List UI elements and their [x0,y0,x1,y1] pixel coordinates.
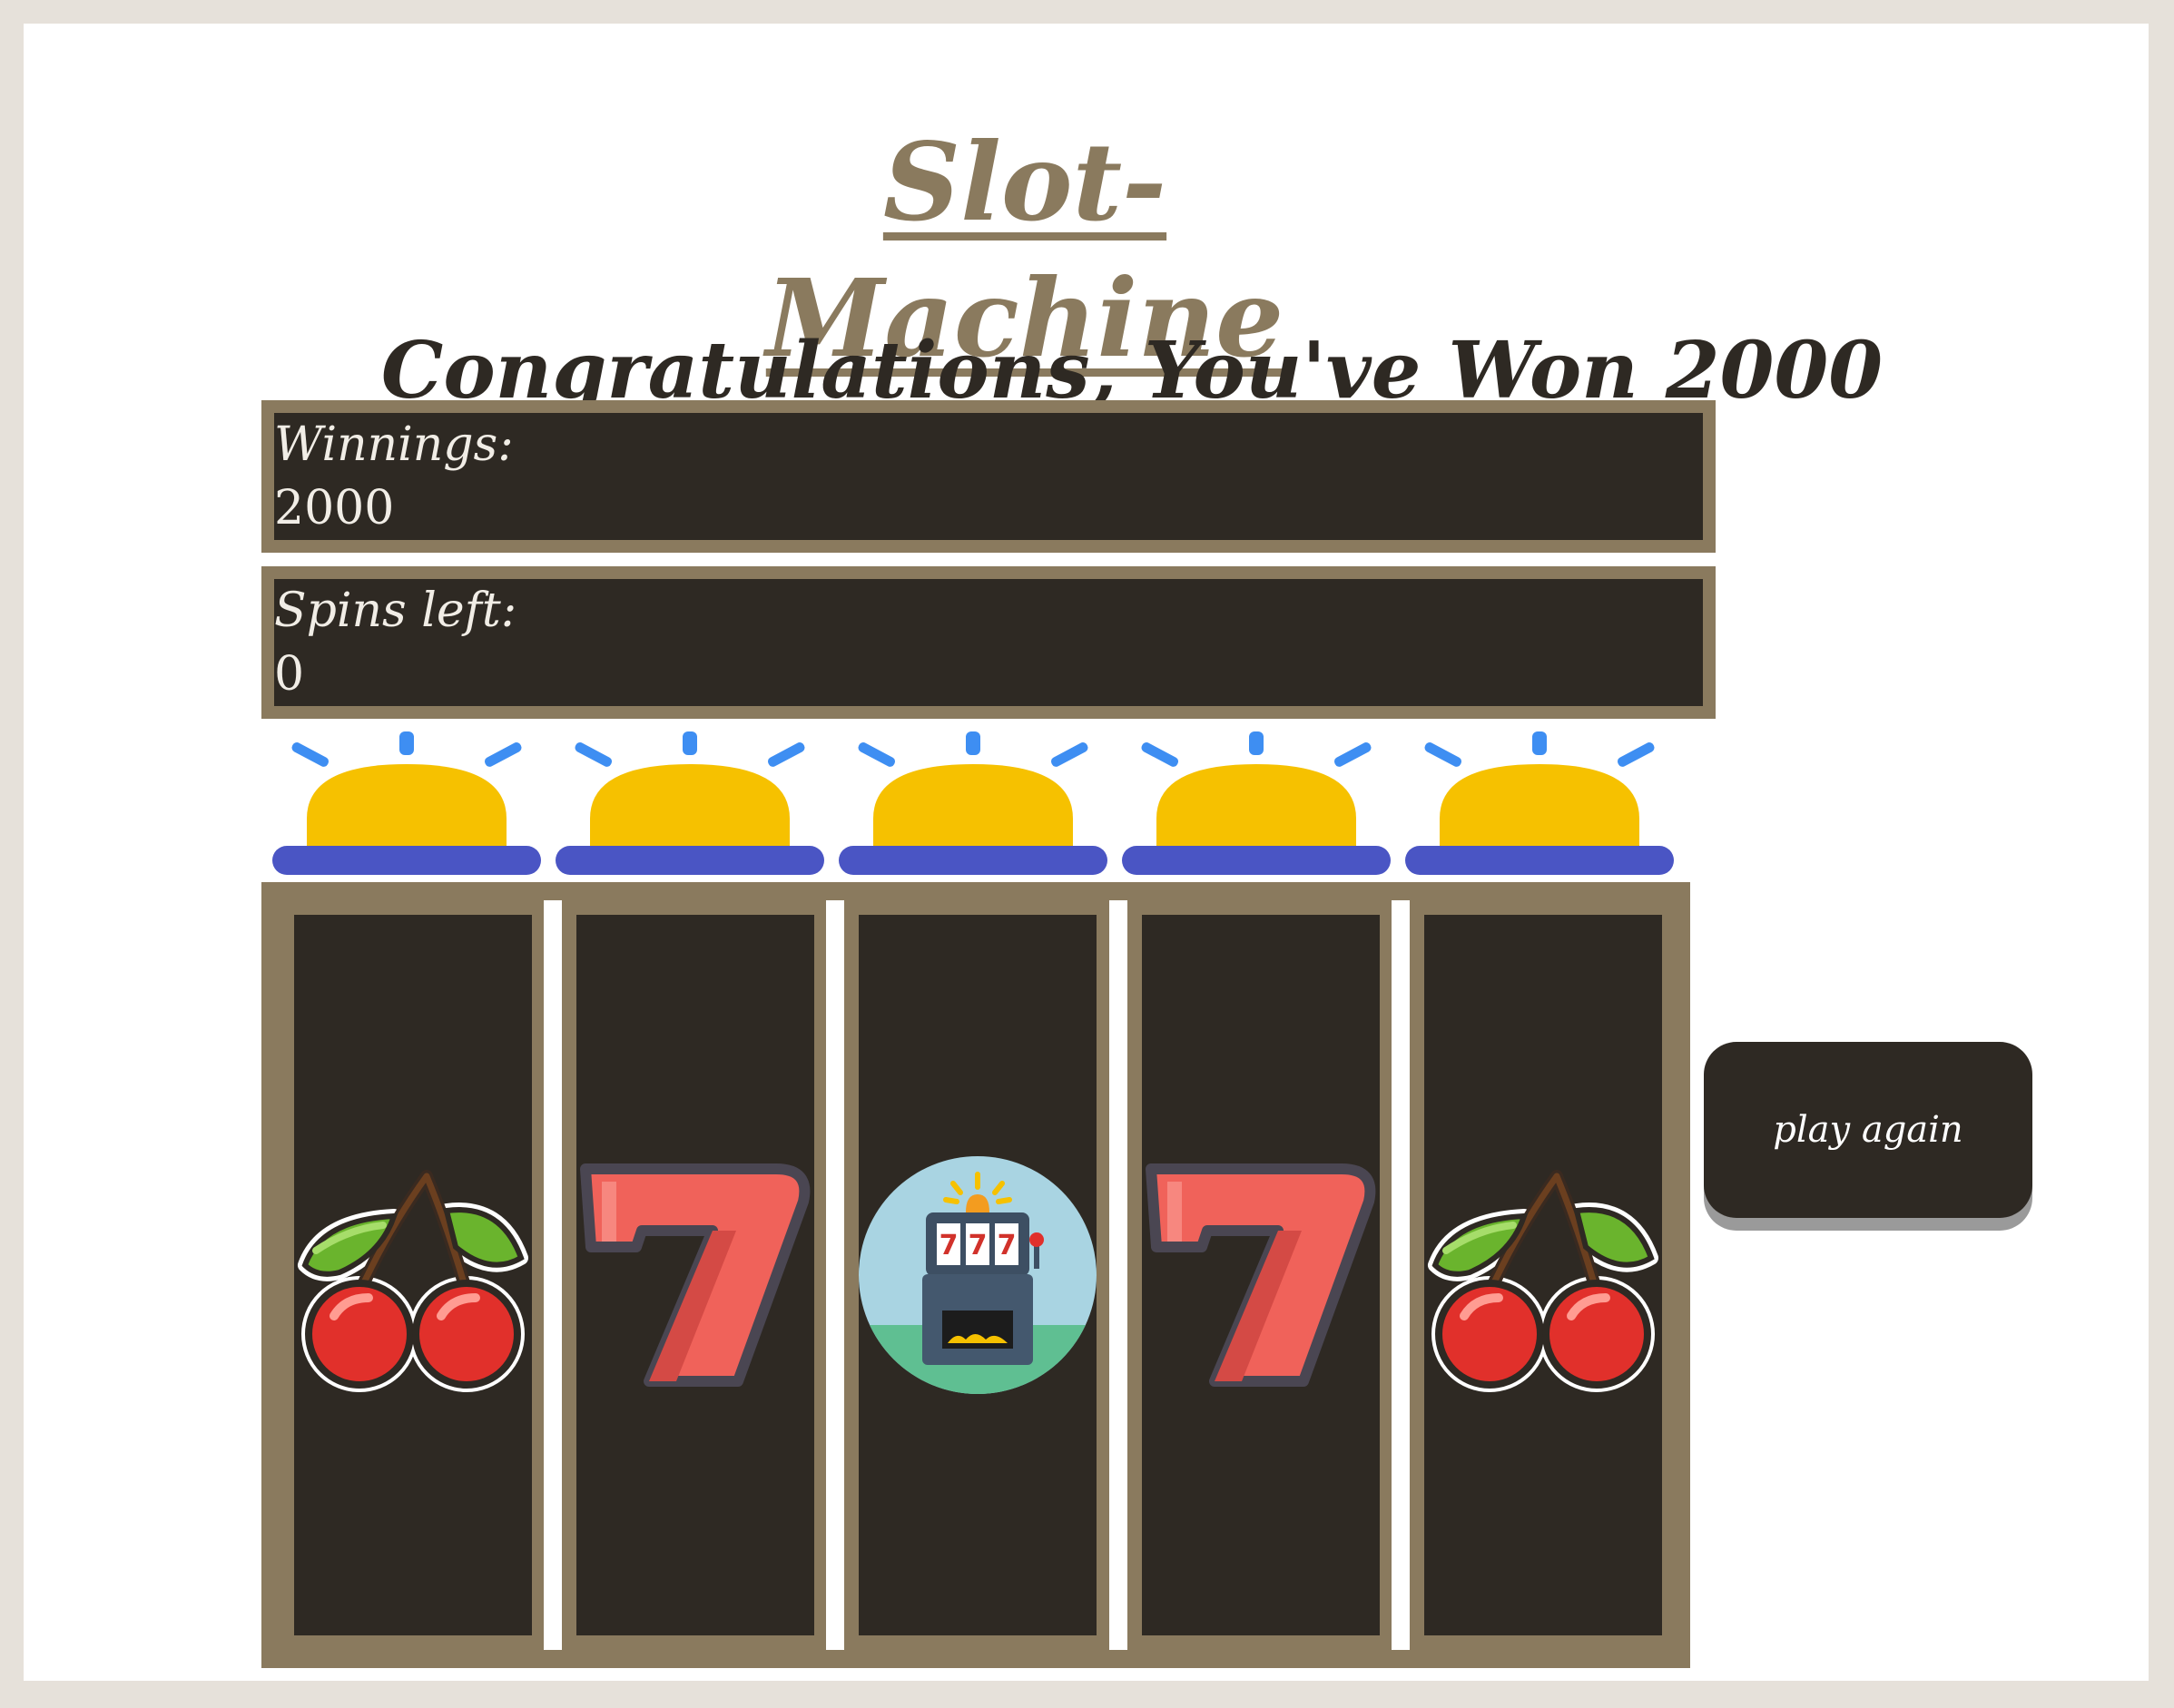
slot-reel-digit: 7 [939,1230,959,1261]
reel-5 [1424,915,1662,1635]
reel-1 [294,915,532,1635]
winnings-box: Winnings: 2000 [261,400,1716,553]
reel-divider [1109,900,1127,1650]
cherry-icon [298,1170,528,1392]
reel-divider [544,900,562,1650]
winnings-label: Winnings: [274,417,514,472]
alarm-light-icon [556,731,824,886]
reels-frame: 7 7 7 [261,882,1690,1668]
spins-label: Spins left: [274,584,517,638]
slot-reel-digit: 7 [998,1230,1017,1261]
cherry-icon [1428,1170,1658,1392]
spins-box: Spins left: 0 [261,566,1716,719]
seven-icon [1146,1163,1376,1387]
spins-value: 0 [274,647,305,702]
play-again-button[interactable]: play again [1704,1042,2032,1218]
alarm-light-icon [1122,731,1391,886]
seven-icon [580,1163,811,1387]
winnings-value: 2000 [274,481,395,535]
reel-2 [576,915,814,1635]
reel-3: 7 7 7 [859,915,1097,1635]
reel-divider [1392,900,1410,1650]
reel-lights [272,731,1701,886]
alarm-light-icon [1405,731,1674,886]
slot-machine-icon: 7 7 7 [859,1156,1097,1394]
reel-divider [826,900,844,1650]
reel-4 [1142,915,1380,1635]
alarm-light-icon [839,731,1107,886]
slot-reel-digit: 7 [969,1230,988,1261]
alarm-light-icon [272,731,541,886]
